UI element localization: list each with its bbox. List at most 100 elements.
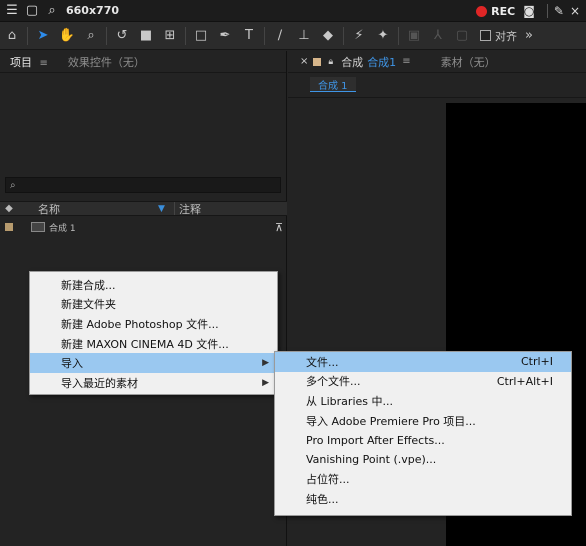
axis-world-icon[interactable]: ⅄ bbox=[426, 25, 450, 47]
snap-toggle[interactable]: 对齐 bbox=[480, 28, 517, 44]
sort-arrow-icon[interactable]: ▼ bbox=[158, 204, 174, 214]
snap-checkbox[interactable] bbox=[480, 30, 491, 41]
lock-icon[interactable]: 🔒︎ bbox=[328, 57, 333, 67]
viewer-tabs: × 🔒︎ 合成 合成1 ≡ 素材（无） bbox=[288, 51, 586, 73]
project-search-input[interactable]: ⌕ bbox=[5, 177, 281, 193]
tab-effect-controls[interactable]: 效果控件（无） bbox=[58, 54, 155, 70]
axis-local-icon[interactable]: ▣ bbox=[402, 25, 426, 47]
submenu-arrow-icon: ▶ bbox=[262, 377, 269, 388]
panel-menu-icon[interactable]: ≡ bbox=[40, 58, 48, 69]
recorder-bar: ☰ ▢ ⌕ 660x770 REC ◙ ✎ × bbox=[0, 0, 586, 22]
label-tag-icon[interactable]: ◆ bbox=[0, 203, 18, 214]
divider bbox=[343, 26, 344, 45]
menu-item-label: 新建 MAXON CINEMA 4D 文件... bbox=[61, 337, 229, 351]
column-note[interactable]: 注释 bbox=[174, 202, 201, 216]
home-icon[interactable]: ⌂ bbox=[0, 25, 24, 47]
menu-item-import-file[interactable]: 文件... Ctrl+I bbox=[275, 352, 571, 372]
divider bbox=[264, 26, 265, 45]
menu-item-label: 新建文件夹 bbox=[61, 298, 116, 312]
import-submenu: 文件... Ctrl+I 多个文件... Ctrl+Alt+I 从 Librarie… bbox=[274, 351, 572, 516]
brush-icon[interactable]: ∕ bbox=[268, 25, 292, 47]
menu-item-label: 文件... bbox=[306, 355, 339, 369]
menu-item-new-cinema4d-file[interactable]: 新建 MAXON CINEMA 4D 文件... bbox=[30, 334, 277, 354]
menu-item-label: 新建合成... bbox=[61, 278, 116, 292]
selection-icon[interactable]: ➤ bbox=[31, 25, 55, 47]
menu-item-label: 纯色... bbox=[306, 492, 339, 506]
menu-item-label: Vanishing Point (.vpe)... bbox=[306, 453, 437, 467]
project-column-header: ◆ 名称 ▼ 注释 bbox=[0, 201, 287, 216]
search-icon: ⌕ bbox=[10, 179, 16, 191]
menu-item-shortcut: Ctrl+I bbox=[520, 355, 553, 369]
menu-item-label: 导入 Adobe Premiere Pro 项目... bbox=[306, 414, 476, 428]
menu-item-import-premiere[interactable]: 导入 Adobe Premiere Pro 项目... bbox=[275, 411, 571, 431]
rotate-icon[interactable]: ↺ bbox=[110, 25, 134, 47]
rectangle-icon[interactable]: □ bbox=[189, 25, 213, 47]
puppet-pin-icon[interactable]: ✦ bbox=[371, 25, 395, 47]
snap-label: 对齐 bbox=[495, 29, 517, 43]
tools-toolbar: ⌂ ➤ ✋ ⌕ ↺ ■ ⊞ □ ✒ T ∕ ⊥ ◆ ⚡ ✦ ▣ ⅄ ▢ 对齐 » bbox=[0, 22, 586, 50]
tab-project-label: 项目 bbox=[10, 55, 32, 69]
menu-item-pro-import[interactable]: Pro Import After Effects... bbox=[275, 430, 571, 450]
comp-navigator-tab[interactable]: 合成 1 bbox=[310, 77, 356, 92]
search-icon[interactable]: ⌕ bbox=[44, 3, 60, 18]
menu-item-shortcut: Ctrl+Alt+I bbox=[496, 374, 553, 388]
record-button[interactable]: REC bbox=[491, 5, 515, 18]
menu-item-placeholder[interactable]: 占位符... bbox=[275, 470, 571, 490]
pan-behind-icon[interactable]: ⊞ bbox=[158, 25, 182, 47]
flowchart-icon[interactable]: ⊼ bbox=[275, 221, 283, 234]
column-name[interactable]: 名称 bbox=[18, 201, 158, 217]
tab-composition-prefix[interactable]: 合成 bbox=[341, 54, 363, 70]
roto-brush-icon[interactable]: ⚡ bbox=[347, 25, 371, 47]
menu-item-label: 导入 bbox=[61, 357, 83, 371]
menu-item-label: 从 Libraries 中... bbox=[306, 394, 393, 408]
menu-item-solid[interactable]: 纯色... bbox=[275, 489, 571, 509]
screenshot-icon[interactable]: ◙ bbox=[523, 4, 535, 18]
menu-item-import-multiple[interactable]: 多个文件... Ctrl+Alt+I bbox=[275, 372, 571, 392]
menu-icon[interactable]: ☰ bbox=[4, 3, 20, 18]
hand-icon[interactable]: ✋ bbox=[55, 25, 79, 47]
menu-item-new-photoshop-file[interactable]: 新建 Adobe Photoshop 文件... bbox=[30, 314, 277, 334]
tab-composition-name[interactable]: 合成1 bbox=[367, 54, 396, 70]
close-icon[interactable]: × bbox=[570, 4, 580, 18]
menu-item-import-recent[interactable]: 导入最近的素材 ▶ bbox=[30, 373, 277, 393]
window-icon[interactable]: ▢ bbox=[24, 3, 40, 18]
divider bbox=[27, 26, 28, 45]
menu-item-label: 新建 Adobe Photoshop 文件... bbox=[61, 317, 219, 331]
pen-annotate-icon[interactable]: ✎ bbox=[554, 4, 564, 18]
menu-item-label: 多个文件... bbox=[306, 375, 361, 389]
project-panel-tabs: 项目 ≡ 效果控件（无） bbox=[0, 51, 286, 73]
submenu-arrow-icon: ▶ bbox=[262, 358, 269, 369]
divider bbox=[546, 4, 548, 18]
tab-footage[interactable]: 素材（无） bbox=[441, 54, 496, 70]
project-context-menu: 新建合成... 新建文件夹 新建 Adobe Photoshop 文件... 新… bbox=[29, 271, 278, 395]
menu-item-from-libraries[interactable]: 从 Libraries 中... bbox=[275, 391, 571, 411]
label-color-swatch[interactable] bbox=[5, 223, 13, 231]
panel-menu-icon[interactable]: ≡ bbox=[402, 56, 410, 67]
menu-item-import[interactable]: 导入 ▶ bbox=[30, 353, 277, 373]
capture-size-label: 660x770 bbox=[66, 4, 120, 17]
divider bbox=[398, 26, 399, 45]
pen-icon[interactable]: ✒ bbox=[213, 25, 237, 47]
zoom-icon[interactable]: ⌕ bbox=[79, 25, 103, 47]
menu-item-vanishing-point[interactable]: Vanishing Point (.vpe)... bbox=[275, 450, 571, 470]
menu-item-new-composition[interactable]: 新建合成... bbox=[30, 275, 277, 295]
close-tab-icon[interactable]: × bbox=[300, 56, 308, 67]
project-item-row[interactable]: 合成 1 ⊼ bbox=[0, 219, 287, 235]
axis-view-icon[interactable]: ▢ bbox=[450, 25, 474, 47]
divider bbox=[288, 97, 586, 98]
menu-item-new-folder[interactable]: 新建文件夹 bbox=[30, 295, 277, 315]
composition-icon bbox=[31, 222, 45, 232]
menu-item-label: 导入最近的素材 bbox=[61, 376, 138, 390]
type-icon[interactable]: T bbox=[237, 25, 261, 47]
divider bbox=[106, 26, 107, 45]
eraser-icon[interactable]: ◆ bbox=[316, 25, 340, 47]
project-item-name: 合成 1 bbox=[49, 223, 76, 234]
clone-stamp-icon[interactable]: ⊥ bbox=[292, 25, 316, 47]
expand-icon[interactable]: » bbox=[517, 25, 541, 47]
record-dot-icon[interactable] bbox=[476, 5, 488, 17]
camera-icon[interactable]: ■ bbox=[134, 25, 158, 47]
menu-item-label: Pro Import After Effects... bbox=[306, 433, 445, 447]
divider bbox=[185, 26, 186, 45]
menu-item-label: 占位符... bbox=[306, 473, 350, 487]
tab-project[interactable]: 项目 ≡ bbox=[0, 54, 58, 70]
